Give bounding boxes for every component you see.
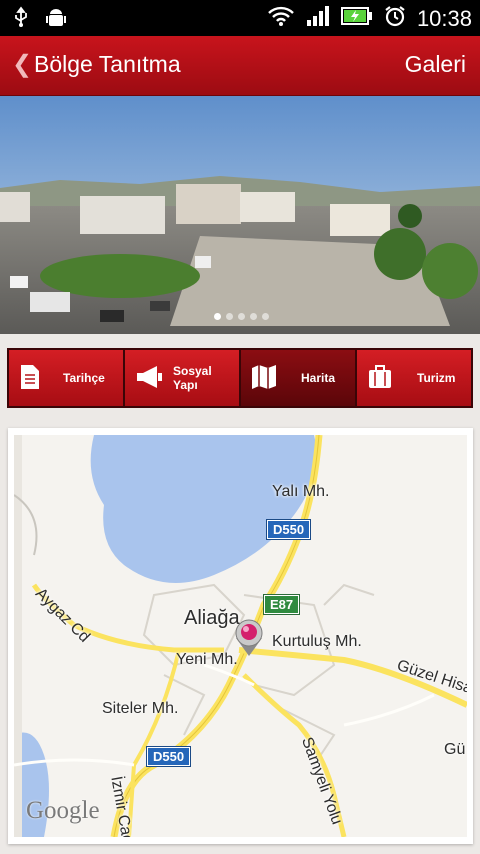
place-label: Yeni Mh. <box>176 651 238 668</box>
android-debug-icon <box>44 6 68 35</box>
app-bar: ❮ Bölge Tanıtma Galeri <box>0 36 480 96</box>
alarm-icon <box>383 4 407 33</box>
wifi-icon <box>267 5 295 32</box>
carousel-dot <box>250 313 257 320</box>
tab-turizm[interactable]: Turizm <box>357 350 471 406</box>
map-card: Yalı Mh. D550 E87 Aliağa Kurtuluş Mh. Ye… <box>8 428 473 844</box>
google-attribution: Google <box>26 797 100 824</box>
place-label: Siteler Mh. <box>102 700 179 717</box>
place-label: Kurtuluş Mh. <box>272 633 362 650</box>
page-title[interactable]: Bölge Tanıtma <box>34 51 181 78</box>
battery-charging-icon <box>340 6 373 31</box>
road-shield: D550 <box>145 746 192 767</box>
usb-icon <box>10 6 32 35</box>
carousel-dot <box>226 313 233 320</box>
tab-label: Turizm <box>417 371 456 385</box>
gallery-button[interactable]: Galeri <box>405 51 466 78</box>
city-square-photo <box>0 96 480 334</box>
status-bar: 10:38 <box>0 0 480 36</box>
back-chevron-icon[interactable]: ❮ <box>12 50 32 79</box>
carousel-dot <box>238 313 245 320</box>
tab-label: Sosyal Yapı <box>173 364 212 392</box>
tab-sosyal-yapi[interactable]: Sosyal Yapı <box>125 350 239 406</box>
carousel-indicator <box>214 313 269 320</box>
section-tabs: Tarihçe Sosyal Yapı Harita Turizm <box>7 348 473 408</box>
map-view[interactable]: Yalı Mh. D550 E87 Aliağa Kurtuluş Mh. Ye… <box>14 435 467 837</box>
road-shield: E87 <box>262 594 301 615</box>
carousel-dot <box>214 313 221 320</box>
signal-icon <box>305 5 331 32</box>
banner-photo-carousel[interactable] <box>0 96 480 334</box>
document-icon <box>19 363 41 394</box>
luggage-icon <box>367 364 393 393</box>
tab-harita[interactable]: Harita <box>241 350 355 406</box>
place-label: Gü <box>444 741 466 758</box>
clock: 10:38 <box>416 5 472 31</box>
tab-label: Tarihçe <box>63 371 105 385</box>
road-shield: D550 <box>265 519 312 540</box>
carousel-dot <box>262 313 269 320</box>
map-icon <box>251 364 277 393</box>
tab-label: Harita <box>301 371 336 385</box>
place-label: Yalı Mh. <box>272 483 330 500</box>
tab-tarihce[interactable]: Tarihçe <box>9 350 123 406</box>
megaphone-icon <box>135 365 165 392</box>
